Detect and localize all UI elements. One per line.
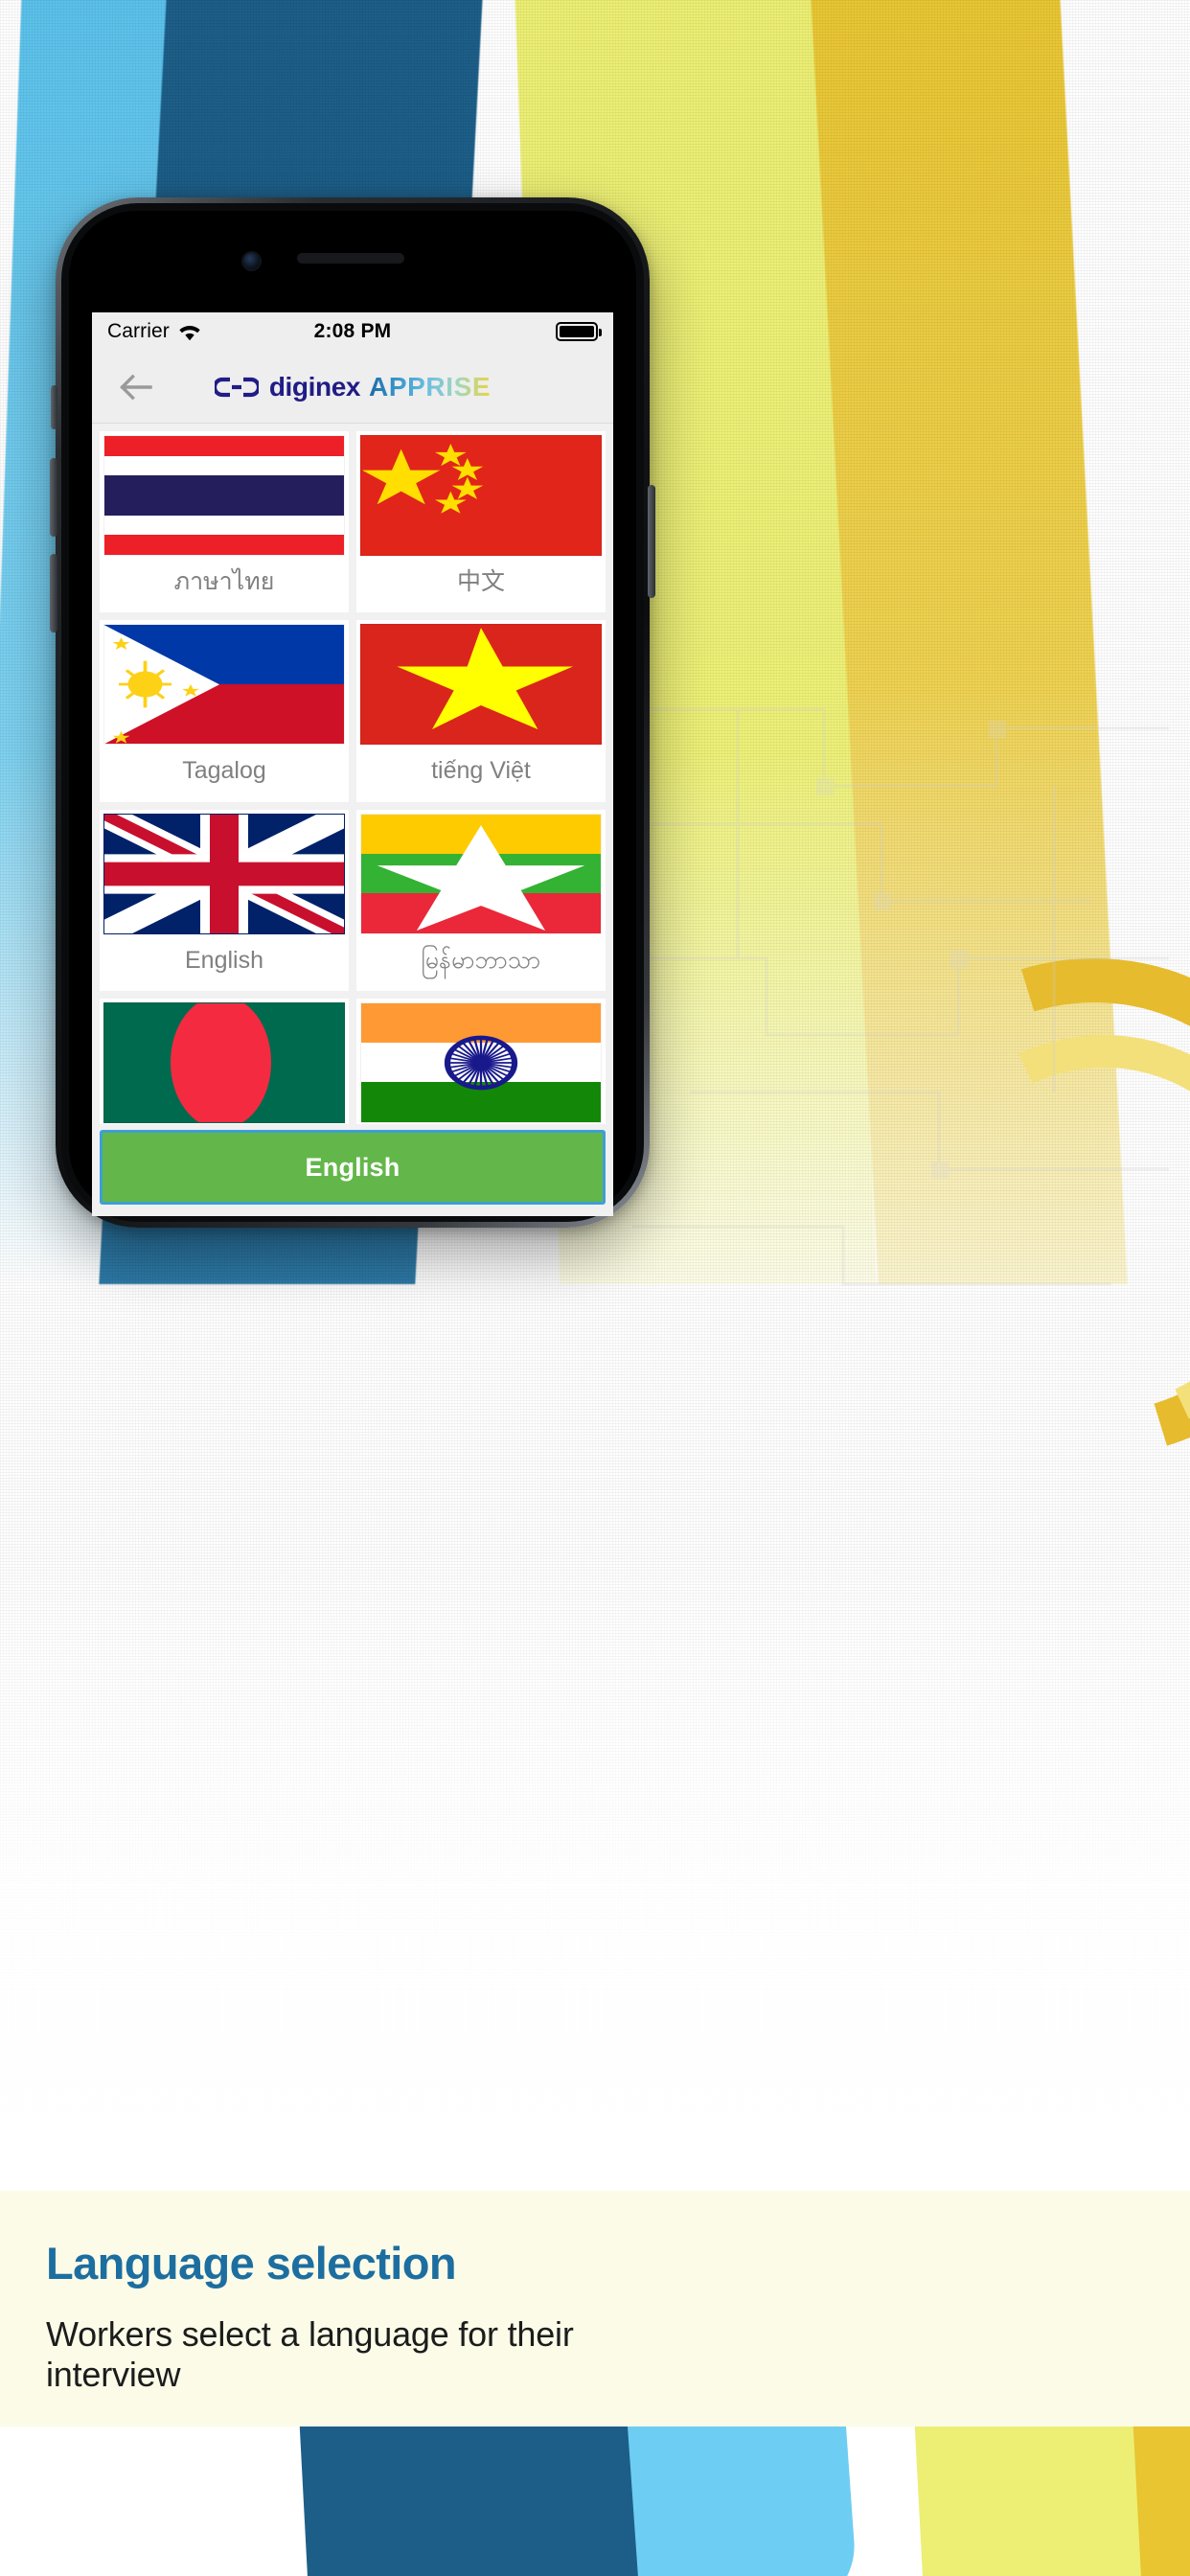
language-label: မြန်မာဘာသာ <box>421 946 541 974</box>
brand-name-secondary: APPRISE <box>369 371 492 402</box>
volume-down-button[interactable] <box>50 554 57 632</box>
flag-myanmar-icon <box>360 813 602 934</box>
back-button[interactable] <box>113 364 159 410</box>
caption-panel: Language selection Workers select a lang… <box>0 2191 1190 2426</box>
language-card-burmese[interactable]: မြန်မာဘာသာ <box>356 809 606 991</box>
app-screen: Carrier 2:08 PM diginex APPRISE ภาษาไทย … <box>92 312 613 1216</box>
bottom-band-dark-blue <box>299 2426 646 2576</box>
language-card-english[interactable]: English <box>100 809 349 991</box>
bottom-band-gold <box>1133 2426 1190 2576</box>
status-bar-time: 2:08 PM <box>313 320 392 342</box>
flag-container <box>356 999 606 1123</box>
flag-container <box>100 999 349 1123</box>
arrow-left-icon <box>120 374 152 400</box>
language-card-thai[interactable]: ภาษาไทย <box>100 431 349 613</box>
volume-up-button[interactable] <box>50 458 57 537</box>
status-bar-right <box>556 322 602 341</box>
language-label: tiếng Việt <box>431 757 531 785</box>
flag-philippines-icon <box>103 624 345 746</box>
flag-bangladesh-icon <box>103 1001 345 1123</box>
app-store-screenshot: Carrier 2:08 PM diginex APPRISE ภาษาไทย … <box>0 0 1190 2576</box>
select-language-button[interactable]: English <box>100 1130 606 1205</box>
mute-switch[interactable] <box>51 385 57 429</box>
diginex-link-logo-icon <box>214 377 259 397</box>
flag-vietnam-icon <box>360 624 602 746</box>
app-logo: diginex APPRISE <box>214 372 491 402</box>
app-nav-bar: diginex APPRISE <box>92 351 613 424</box>
flag-india-icon <box>360 1001 602 1123</box>
brand-name-primary: diginex <box>268 371 361 402</box>
select-language-bar: English <box>100 1124 606 1216</box>
earpiece-speaker <box>297 253 404 264</box>
flag-container <box>356 431 606 556</box>
flag-container <box>100 810 349 934</box>
flag-container <box>356 620 606 746</box>
background-white-fade <box>0 1560 1190 2154</box>
flag-container <box>100 620 349 746</box>
flag-china-icon <box>360 435 602 556</box>
phone-device: Carrier 2:08 PM diginex APPRISE ภาษาไทย … <box>50 197 655 1228</box>
caption-title: Language selection <box>46 2238 457 2288</box>
flag-container <box>100 431 349 556</box>
ios-status-bar: Carrier 2:08 PM <box>92 312 613 351</box>
language-grid: ภาษาไทย 中文 Tagalog tiếng Việt English မြ… <box>92 424 613 1150</box>
language-card-vietnamese[interactable]: tiếng Việt <box>356 620 606 802</box>
language-label: 中文 <box>456 568 505 595</box>
bottom-band-light-blue <box>628 2426 859 2576</box>
language-label: ภาษาไทย <box>173 568 275 595</box>
language-card-tagalog[interactable]: Tagalog <box>100 620 349 802</box>
front-camera-icon <box>243 253 260 269</box>
battery-full-icon <box>556 322 602 341</box>
caption-body: Workers select a language for their inte… <box>46 2314 574 2395</box>
battery-level <box>560 326 594 337</box>
bottom-artwork <box>0 2426 1190 2576</box>
language-label: Tagalog <box>182 757 266 785</box>
flag-united-kingdom-icon <box>103 813 345 934</box>
language-card-chinese[interactable]: 中文 <box>356 431 606 613</box>
power-button[interactable] <box>648 485 655 598</box>
language-label: English <box>185 946 263 974</box>
flag-container <box>356 810 606 934</box>
bottom-band-yellow <box>914 2426 1146 2576</box>
brand-text: diginex APPRISE <box>269 372 491 402</box>
language-list-scroll-area[interactable]: ภาษาไทย 中文 Tagalog tiếng Việt English မြ… <box>92 424 613 1216</box>
flag-thailand-icon <box>103 435 345 556</box>
